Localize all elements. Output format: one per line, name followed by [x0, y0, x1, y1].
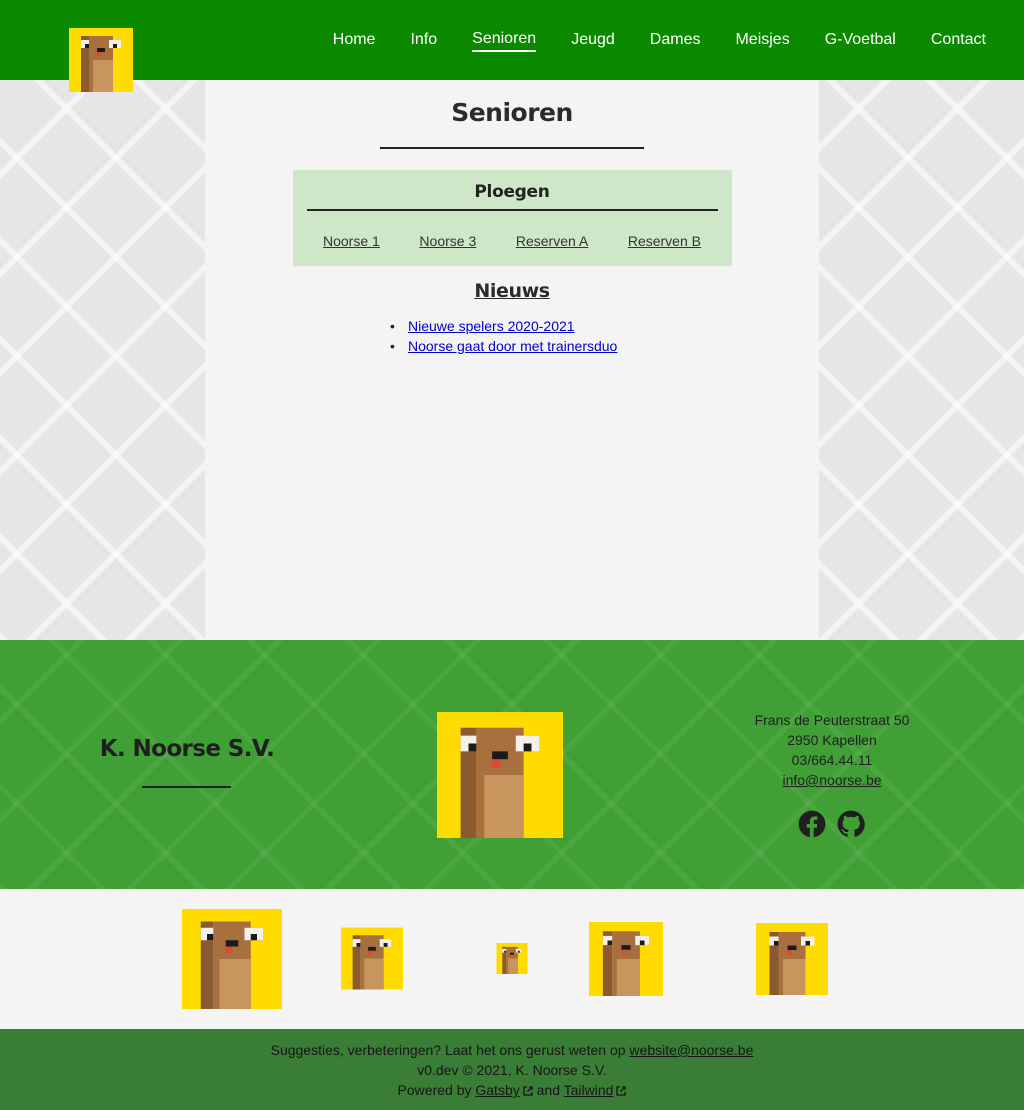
teams-list: Noorse 1 Noorse 3 Reserven A Reserven B: [323, 233, 701, 249]
news-list: Nieuwe spelers 2020-2021 Noorse gaat doo…: [390, 316, 630, 356]
address-city: 2950 Kapellen: [787, 732, 877, 748]
gatsby-label: Gatsby: [475, 1082, 520, 1098]
phone-number: 03/664.44.11: [791, 752, 873, 768]
site-logo[interactable]: [69, 28, 133, 92]
title-divider: [380, 147, 644, 149]
tailwind-link[interactable]: Tailwind: [564, 1082, 627, 1098]
gatsby-link[interactable]: Gatsby: [475, 1082, 533, 1098]
mascot-logo-icon: [341, 927, 403, 990]
social-links: [798, 810, 865, 838]
nav-item-jeugd[interactable]: Jeugd: [571, 30, 615, 51]
powered-line: Powered by Gatsby and Tailwind: [0, 1080, 1024, 1100]
nav-item-meisjes[interactable]: Meisjes: [735, 30, 789, 51]
facebook-icon[interactable]: [798, 810, 826, 838]
mascot-logo-icon: [496, 943, 528, 974]
sponsors-strip: [0, 889, 1024, 1029]
team-link-reserven-b[interactable]: Reserven B: [628, 233, 701, 249]
mascot-logo-icon: [437, 712, 563, 838]
nav-item-senioren[interactable]: Senioren: [472, 29, 537, 52]
suggestion-text: Suggesties, verbeteringen? Laat het ons …: [270, 1042, 630, 1058]
teams-panel: Ploegen Noorse 1 Noorse 3 Reserven A Res…: [292, 170, 732, 266]
list-item: Nieuwe spelers 2020-2021: [390, 316, 630, 336]
site-footer: K. Noorse S.V. Frans de Peuterstraat 50 …: [0, 640, 1024, 889]
list-item: Noorse gaat door met trainersduo: [390, 336, 630, 356]
club-name-divider: [142, 786, 231, 788]
club-name: K. Noorse S.V.: [99, 736, 275, 762]
nav-item-info[interactable]: Info: [410, 30, 437, 51]
mascot-logo-icon: [756, 923, 828, 995]
sponsor-logo[interactable]: [341, 927, 403, 990]
footer-logo: [437, 712, 563, 838]
nav-item-dames[interactable]: Dames: [650, 30, 701, 51]
and-text: and: [532, 1082, 564, 1098]
team-link-reserven-a[interactable]: Reserven A: [516, 233, 588, 249]
sponsor-logo[interactable]: [756, 923, 828, 995]
email-link[interactable]: info@noorse.be: [782, 772, 881, 788]
team-link-noorse-1[interactable]: Noorse 1: [323, 233, 380, 249]
mascot-logo-icon: [589, 922, 663, 996]
contact-info: Frans de Peuterstraat 50 2950 Kapellen 0…: [732, 710, 932, 790]
powered-text: Powered by: [397, 1082, 476, 1098]
tailwind-label: Tailwind: [563, 1082, 614, 1098]
sponsor-logo[interactable]: [589, 922, 663, 996]
mascot-logo-icon: [69, 28, 133, 92]
suggestion-line: Suggesties, verbeteringen? Laat het ons …: [0, 1040, 1024, 1060]
version-text: v0.dev © 2021, K. Noorse S.V.: [417, 1062, 607, 1078]
suggestion-email-link[interactable]: website@noorse.be: [629, 1042, 753, 1058]
github-icon[interactable]: [837, 810, 865, 838]
nav-item-contact[interactable]: Contact: [931, 30, 986, 51]
news-link[interactable]: Noorse gaat door met trainersduo: [408, 338, 617, 354]
address-street: Frans de Peuterstraat 50: [754, 712, 910, 728]
news-title: Nieuws: [474, 280, 550, 302]
page-title: Senioren: [451, 98, 573, 127]
news-link[interactable]: Nieuwe spelers 2020-2021: [408, 318, 575, 334]
external-link-icon: [523, 1086, 533, 1096]
main-nav: Home Info Senioren Jeugd Dames Meisjes G…: [298, 0, 986, 80]
nav-item-home[interactable]: Home: [333, 30, 376, 51]
bottom-bar: Suggesties, verbeteringen? Laat het ons …: [0, 1029, 1024, 1110]
teams-divider: [306, 209, 718, 211]
mascot-logo-icon: [182, 909, 282, 1009]
external-link-icon: [616, 1086, 627, 1096]
top-navbar: Home Info Senioren Jeugd Dames Meisjes G…: [0, 0, 1024, 80]
sponsor-logo[interactable]: [182, 909, 282, 1009]
main-content: Senioren Ploegen Noorse 1 Noorse 3 Reser…: [205, 80, 819, 640]
teams-title: Ploegen: [474, 182, 550, 202]
sponsor-logo[interactable]: [496, 943, 528, 974]
nav-item-g-voetbal[interactable]: G-Voetbal: [825, 30, 896, 51]
team-link-noorse-3[interactable]: Noorse 3: [419, 233, 476, 249]
